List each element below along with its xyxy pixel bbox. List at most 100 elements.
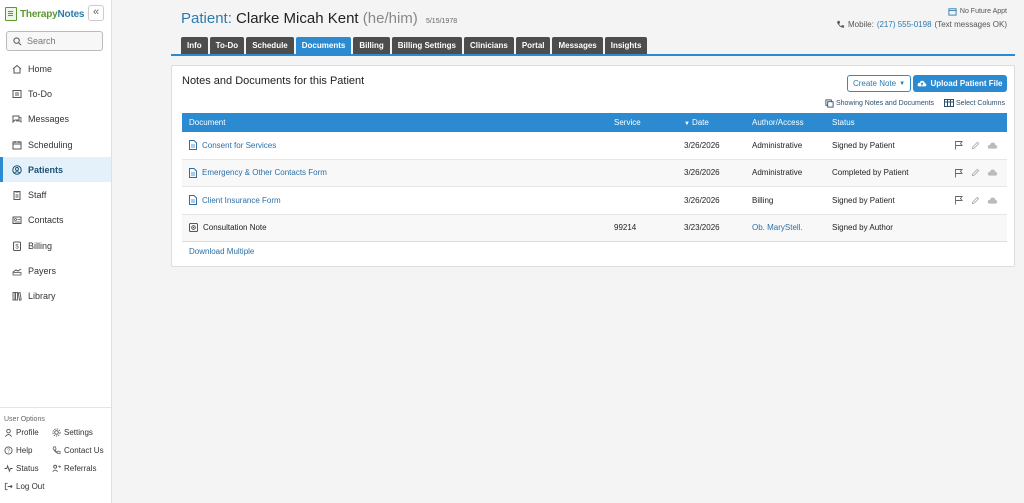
sidebar-item-staff[interactable]: Staff — [0, 182, 111, 207]
log-out-link[interactable]: Log Out — [4, 482, 52, 491]
author-link[interactable]: Ob. MaryStell. — [752, 223, 803, 232]
header-date[interactable]: ▼ Date — [684, 118, 709, 127]
sidebar-item-billing[interactable]: $ Billing — [0, 233, 111, 258]
pencil-icon[interactable] — [971, 141, 980, 150]
messages-icon — [12, 115, 22, 124]
profile-link[interactable]: Profile — [4, 428, 52, 437]
patient-pronouns: (he/him) — [362, 10, 418, 27]
cell-date: 3/26/2026 — [684, 195, 720, 205]
tab-schedule[interactable]: Schedule — [246, 37, 294, 54]
document-link[interactable]: Consent for Services — [202, 141, 276, 150]
cell-service: 99214 — [614, 223, 637, 233]
document-name[interactable]: Consultation Note — [203, 223, 267, 232]
upload-file-label: Upload Patient File — [930, 79, 1003, 88]
status-link[interactable]: Status — [4, 464, 52, 473]
phone-icon — [837, 20, 845, 28]
sidebar-item-label: Staff — [28, 190, 47, 201]
sidebar-item-patients[interactable]: Patients — [0, 157, 111, 183]
showing-filter-link[interactable]: Showing Notes and Documents — [825, 99, 934, 108]
logo-text-therapy: Therapy — [20, 8, 58, 20]
tab-info[interactable]: Info — [181, 37, 208, 54]
patient-name: Clarke Micah Kent — [236, 10, 359, 27]
settings-link[interactable]: Settings — [52, 428, 112, 437]
tab-insights[interactable]: Insights — [604, 37, 648, 54]
header-document[interactable]: Document — [189, 118, 225, 127]
documents-panel: Notes and Documents for this Patient Cre… — [171, 65, 1015, 267]
caret-down-icon: ▼ — [899, 80, 906, 87]
svg-text:?: ? — [7, 449, 10, 455]
future-appointment[interactable]: No Future Appt — [948, 7, 1007, 16]
header-service[interactable]: Service — [614, 118, 641, 127]
cloud-download-icon[interactable] — [987, 168, 998, 177]
sidebar-item-label: Messages — [28, 114, 70, 125]
select-columns-link[interactable]: Select Columns — [944, 99, 1005, 107]
cloud-download-icon[interactable] — [987, 141, 998, 150]
list-icon — [12, 89, 22, 98]
tab-messages[interactable]: Messages — [552, 37, 603, 54]
upload-patient-file-button[interactable]: Upload Patient File — [913, 75, 1007, 92]
tab-documents[interactable]: Documents — [295, 37, 352, 54]
table-row: Consultation Note 99214 3/23/2026 Ob. Ma… — [182, 214, 1007, 242]
document-link[interactable]: Emergency & Other Contacts Form — [202, 168, 327, 177]
sidebar-item-todo[interactable]: To-Do — [0, 81, 111, 106]
tab-underline — [171, 54, 1015, 56]
pencil-icon[interactable] — [971, 196, 980, 205]
sidebar-item-label: Library — [28, 291, 56, 302]
table-row: Consent for Services 3/26/2026 Administr… — [182, 132, 1007, 160]
sidebar-item-scheduling[interactable]: Scheduling — [0, 132, 111, 157]
select-columns-label: Select Columns — [956, 99, 1006, 107]
profile-label: Profile — [16, 428, 39, 437]
panel-title: Notes and Documents for this Patient — [182, 75, 365, 87]
search-icon — [13, 36, 22, 45]
referrals-link[interactable]: Referrals — [52, 464, 112, 473]
help-label: Help — [16, 446, 33, 455]
sidebar-item-payers[interactable]: Payers — [0, 258, 111, 283]
tab-portal[interactable]: Portal — [515, 37, 551, 54]
flag-icon[interactable] — [954, 168, 964, 178]
tab-todo[interactable]: To-Do — [209, 37, 245, 54]
download-multiple-link[interactable]: Download Multiple — [189, 247, 254, 256]
create-note-button[interactable]: Create Note ▼ — [847, 75, 911, 92]
flag-icon[interactable] — [954, 140, 964, 150]
copy-icon — [825, 99, 834, 108]
mobile-phone-link[interactable]: (217) 555-0198 — [877, 20, 932, 29]
user-icon — [4, 428, 13, 437]
table-icon — [944, 99, 954, 107]
tab-billing[interactable]: Billing — [353, 37, 390, 54]
tab-clinicians[interactable]: Clinicians — [464, 37, 514, 54]
document-link[interactable]: Client Insurance Form — [202, 196, 281, 205]
sidebar-item-library[interactable]: Library — [0, 284, 111, 309]
payers-icon — [12, 268, 22, 276]
collapse-sidebar-button[interactable]: « — [88, 5, 104, 21]
sidebar-item-label: Billing — [28, 240, 53, 251]
therapynotes-logo[interactable]: TherapyNotes — [5, 7, 85, 21]
patient-label: Patient: — [181, 10, 232, 27]
flag-icon[interactable] — [954, 195, 964, 205]
tab-billing-settings[interactable]: Billing Settings — [391, 37, 463, 54]
patient-mobile: Mobile: (217) 555-0198 (Text messages OK… — [836, 20, 1007, 29]
sidebar-item-contacts[interactable]: Contacts — [0, 208, 111, 233]
contact-us-link[interactable]: Contact Us — [52, 446, 112, 455]
sidebar-item-label: Home — [28, 63, 53, 74]
page-title: Patient: Clarke Micah Kent (he/him) 5/15… — [181, 10, 457, 27]
pencil-icon[interactable] — [971, 168, 980, 177]
help-link[interactable]: ? Help — [4, 446, 52, 455]
cell-status: Signed by Patient — [832, 140, 895, 150]
sidebar-item-home[interactable]: Home — [0, 56, 111, 81]
log-out-icon — [4, 482, 13, 491]
documents-table: Document Service ▼ Date Author/Access Sta… — [182, 113, 1007, 242]
header-author[interactable]: Author/Access — [752, 118, 804, 127]
search-input[interactable]: Search — [6, 31, 103, 51]
showing-filter-label: Showing Notes and Documents — [836, 100, 935, 107]
table-row: Emergency & Other Contacts Form 3/26/202… — [182, 159, 1007, 187]
document-icon — [189, 167, 197, 178]
referrals-label: Referrals — [64, 464, 97, 473]
header-status[interactable]: Status — [832, 118, 855, 127]
sidebar-item-messages[interactable]: Messages — [0, 107, 111, 132]
cloud-upload-icon — [918, 80, 927, 87]
cell-author: Billing — [752, 195, 774, 205]
sidebar-item-label: To-Do — [28, 88, 53, 99]
cell-author: Administrative — [752, 140, 803, 150]
cloud-download-icon[interactable] — [987, 196, 998, 205]
patient-tabs: Info To-Do Schedule Documents Billing Bi… — [181, 37, 648, 54]
